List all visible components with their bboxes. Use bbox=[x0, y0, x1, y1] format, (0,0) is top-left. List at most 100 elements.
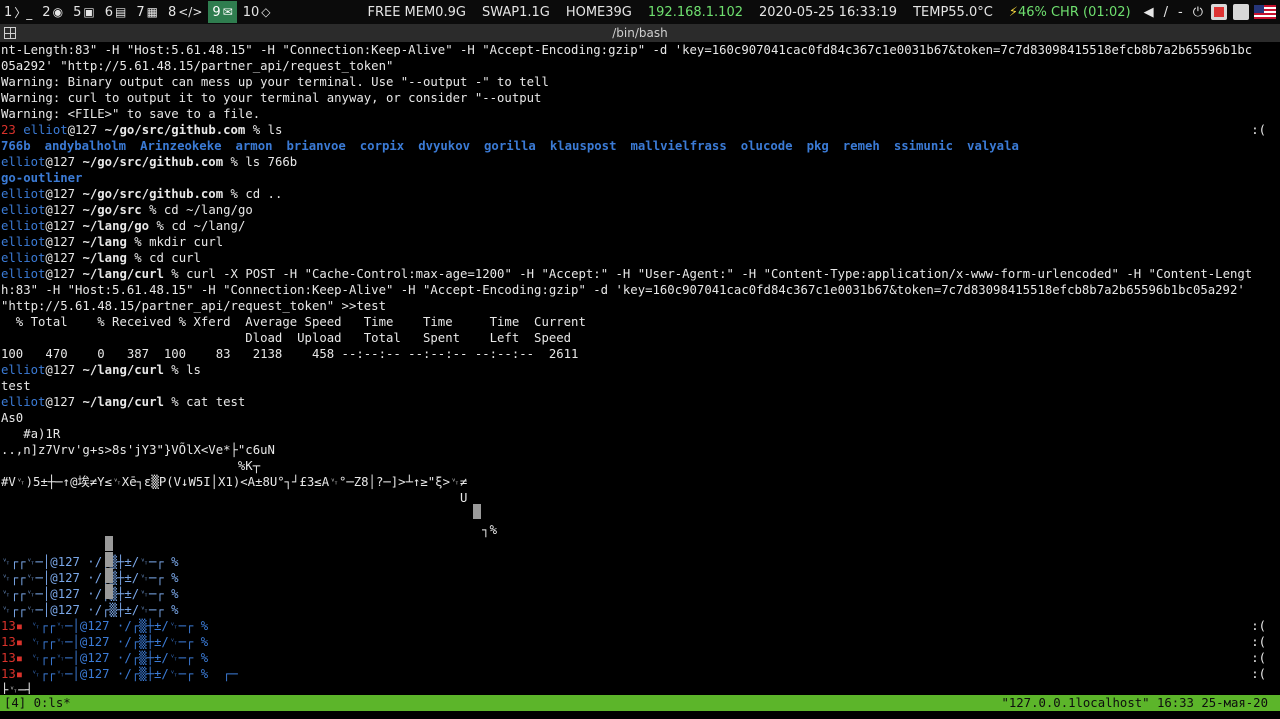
terminal-output[interactable]: nt-Length:83" -H "Host:5.61.48.15" -H "C… bbox=[0, 42, 1280, 694]
prompt-user: elliot bbox=[1, 203, 46, 217]
terminal-line: 13▪ ␋┌┌␋─│@127 ·/┌▒┼±/␋─┌ % bbox=[1, 618, 208, 634]
terminal-icon: 〉_ bbox=[14, 5, 33, 20]
git-icon: ◇ bbox=[261, 5, 271, 19]
prompt-symbol: % bbox=[223, 155, 246, 169]
bottom-strip bbox=[0, 711, 1280, 719]
terminal-line: elliot@127 ~/lang/go % cd ~/lang/ bbox=[1, 218, 245, 234]
terminal-line: 100 470 0 387 100 83 2138 458 --:--:-- -… bbox=[1, 347, 579, 361]
prompt-host: @127 bbox=[45, 267, 76, 281]
prompt-user: elliot bbox=[1, 363, 46, 377]
battery-status: ⚡46% CHR (01:02) bbox=[1008, 4, 1131, 20]
terminal-line: elliot@127 ~/lang/curl % curl -X POST -H… bbox=[1, 266, 1252, 282]
terminal-line: elliot@127 ~/go/src/github.com % cd .. bbox=[1, 186, 282, 202]
tray-app-icon[interactable] bbox=[1211, 4, 1227, 20]
prompt-host: @127 bbox=[45, 235, 76, 249]
prompt-path: ~/lang/curl bbox=[82, 267, 164, 281]
volume-icon[interactable]: ◀ bbox=[1144, 5, 1154, 20]
terminal-line: 23 elliot@127 ~/go/src/github.com % ls bbox=[1, 122, 282, 138]
image-icon: ▣ bbox=[83, 5, 95, 19]
garbled-status: 13▪ bbox=[1, 667, 24, 681]
document-icon: ▤ bbox=[114, 5, 127, 19]
directory-entry: ssimunic bbox=[893, 139, 954, 153]
error-indicator: :( bbox=[1251, 123, 1266, 137]
terminal-line: test bbox=[1, 379, 31, 393]
prompt-path: ~/lang/curl bbox=[82, 363, 164, 377]
workspace-2[interactable]: 2 ◉ bbox=[38, 1, 67, 23]
terminal-line: 05a292' "http://5.61.48.15/partner_api/r… bbox=[1, 59, 394, 73]
prompt-symbol: % bbox=[163, 395, 187, 409]
directory-entry: olucode bbox=[740, 139, 793, 153]
terminal-line: h:83" -H "Host:5.61.48.15" -H "Connectio… bbox=[1, 283, 1245, 297]
prompt-symbol: % bbox=[163, 267, 187, 281]
terminal-line: elliot@127 ~/go/src % cd ~/lang/go bbox=[1, 202, 253, 218]
terminal-line: ␋┌┌␋─│@127 ·/┌▒┼±/␋─┌ % bbox=[1, 555, 179, 569]
workspace-number: 2 bbox=[42, 4, 51, 20]
error-indicator: :( bbox=[1251, 651, 1266, 665]
window-titlebar: /bin/bash bbox=[0, 24, 1280, 42]
workspace-9[interactable]: 9 ✉ bbox=[208, 1, 237, 23]
command-text: cat test bbox=[186, 395, 246, 409]
workspace-1[interactable]: 1 〉_ bbox=[0, 1, 36, 23]
terminal-line: go-outliner bbox=[1, 170, 96, 186]
terminal-line: #a)1R bbox=[1, 427, 61, 441]
terminal-line: ␋┌┌␋─│@127 ·/┌▒┼±/␋─┌ % bbox=[1, 587, 179, 601]
directory-entry: valyala bbox=[967, 139, 1019, 153]
top-panel: 1 〉_ 2 ◉ 5 ▣ 6 ▤ 7 ▦ 8 </> 9 ✉ 10 ◇ FREE MEM0.9G SWAP1.… bbox=[0, 0, 1280, 24]
workspace-7[interactable]: 7 ▦ bbox=[132, 1, 162, 23]
workspace-number: 9 bbox=[212, 4, 221, 20]
terminal-line: ├␋─┤ bbox=[1, 683, 34, 694]
garbage-block bbox=[105, 568, 113, 583]
directory-entry: klauspost bbox=[549, 139, 617, 153]
garbled-prompt: ␋┌┌␋─│@127 ·/┌▒┼±/␋─┌ % bbox=[23, 651, 209, 665]
terminal-line: % Total % Received % Xferd Average Speed… bbox=[1, 315, 586, 329]
prompt-user: elliot bbox=[1, 187, 46, 201]
terminal-line: As0 bbox=[1, 411, 24, 425]
tmux-window-list[interactable]: [4] 0:ls* bbox=[4, 695, 71, 711]
volume-dash-icon[interactable]: - bbox=[1178, 5, 1183, 20]
terminal-line: nt-Length:83" -H "Host:5.61.48.15" -H "C… bbox=[1, 43, 1253, 57]
workspace-6[interactable]: 6 ▤ bbox=[101, 1, 131, 23]
workspace-number: 1 bbox=[4, 4, 13, 20]
workspace-8[interactable]: 8 </> bbox=[164, 1, 206, 23]
prompt-path: ~/go/src/github.com bbox=[104, 123, 246, 137]
command-text: cd ~/lang/ bbox=[171, 219, 246, 233]
terminal-line: elliot@127 ~/lang/curl % ls bbox=[1, 362, 201, 378]
keyboard-layout-flag-icon[interactable] bbox=[1254, 5, 1276, 19]
prompt-exit-status: 23 bbox=[1, 123, 16, 137]
terminal-line: elliot@127 ~/go/src/github.com % ls 766b bbox=[1, 154, 297, 170]
prompt-host: @127 bbox=[67, 123, 98, 137]
command-text: cd .. bbox=[245, 187, 283, 201]
prompt-path: ~/go/src/github.com bbox=[82, 155, 224, 169]
command-text: cd ~/lang/go bbox=[163, 203, 253, 217]
garbled-status: 13▪ bbox=[1, 635, 24, 649]
tiling-layout-icon[interactable] bbox=[4, 27, 16, 39]
power-icon[interactable]: ⏻ bbox=[1193, 5, 1203, 20]
prompt-user: elliot bbox=[1, 219, 46, 233]
tray-window-icon[interactable] bbox=[1233, 4, 1249, 20]
prompt-host: @127 bbox=[45, 363, 76, 377]
workspace-10[interactable]: 10 ◇ bbox=[239, 1, 275, 23]
directory-entry: brianvoe bbox=[286, 139, 346, 153]
error-indicator: :( bbox=[1251, 667, 1266, 681]
directory-entry: 766b bbox=[1, 139, 31, 153]
grid-icon: ▦ bbox=[146, 5, 158, 19]
prompt-host: @127 bbox=[45, 155, 76, 169]
prompt-symbol: % bbox=[223, 187, 246, 201]
workspace-number: 6 bbox=[104, 4, 113, 20]
workspace-5[interactable]: 5 ▣ bbox=[69, 1, 99, 23]
directory-entry: corpix bbox=[359, 139, 405, 153]
mail-icon: ✉ bbox=[222, 5, 233, 19]
directory-entry: Arinzeokeke bbox=[140, 139, 222, 153]
terminal-line: ..,n]z7Vrv'g+s>8s'jY3"}VÕlX<Ve*├"c6uN bbox=[1, 443, 275, 457]
prompt-path: ~/lang/go bbox=[82, 219, 150, 233]
workspace-number: 7 bbox=[136, 4, 145, 20]
prompt-path: ~/go/src/github.com bbox=[82, 187, 224, 201]
volume-slash-icon[interactable]: / bbox=[1164, 5, 1168, 20]
command-text: cd curl bbox=[149, 251, 201, 265]
prompt-symbol: % bbox=[141, 203, 164, 217]
prompt-user: elliot bbox=[1, 395, 46, 409]
prompt-host: @127 bbox=[45, 251, 76, 265]
garbled-prompt: ␋┌┌␋─│@127 ·/┌▒┼±/␋─┌ % bbox=[23, 619, 209, 633]
directory-entry: armon bbox=[235, 139, 273, 153]
terminal-line: "http://5.61.48.15/partner_api/request_t… bbox=[1, 299, 386, 313]
